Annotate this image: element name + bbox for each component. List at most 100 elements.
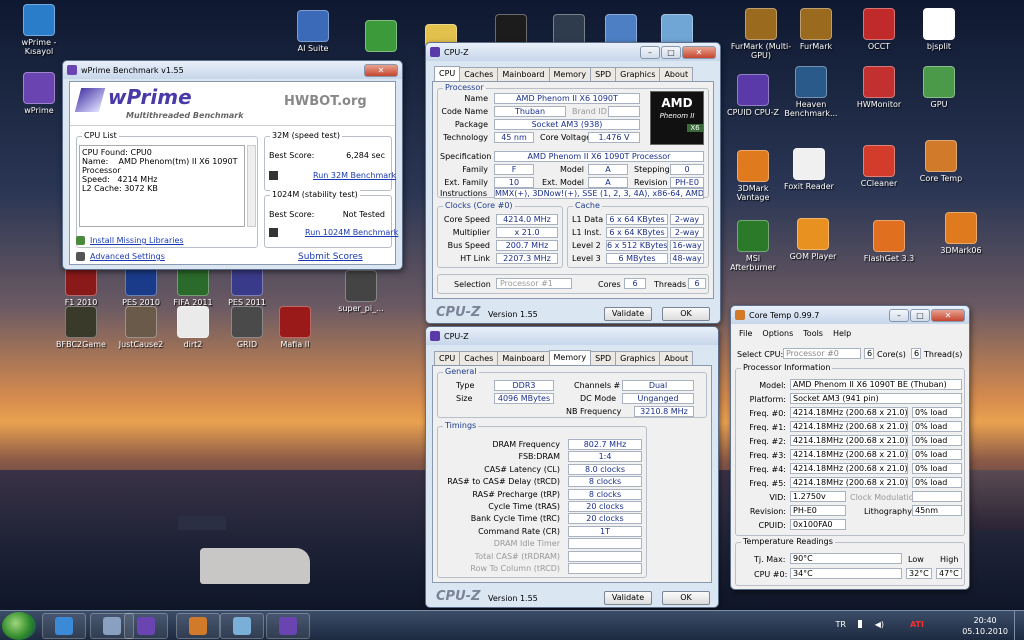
- validate-button[interactable]: Validate: [604, 591, 652, 605]
- tjmax-value: 90°C: [790, 553, 902, 564]
- level2-label: Level 2: [572, 241, 601, 250]
- start-button[interactable]: [2, 612, 36, 640]
- 3dmark-vantage-icon[interactable]: 3DMark Vantage: [722, 150, 784, 202]
- super-pi-icon[interactable]: super_pi_...: [330, 270, 392, 313]
- processor-info-group: Processor Information Model: AMD Phenom …: [735, 363, 965, 536]
- timing-value: [568, 550, 642, 562]
- taskbar-app-button[interactable]: [220, 613, 264, 639]
- taskbar-wprime-button[interactable]: [266, 613, 310, 639]
- minimize-icon[interactable]: –: [889, 308, 909, 322]
- cpuz-memory-title: CPU-Z: [444, 331, 469, 341]
- validate-button[interactable]: Validate: [604, 307, 652, 321]
- tjmax-label: Tj. Max:: [754, 555, 786, 564]
- ok-button[interactable]: OK: [662, 307, 710, 321]
- install-libraries-link[interactable]: Install Missing Libraries: [90, 236, 184, 245]
- wprime-glyph-icon: [23, 72, 55, 104]
- save-icon[interactable]: [269, 228, 278, 237]
- pes-2011-icon[interactable]: PES 2011: [216, 264, 278, 307]
- tab-memory[interactable]: Memory: [548, 350, 592, 366]
- submit-scores-link[interactable]: Submit Scores: [298, 252, 363, 262]
- desktop-icon-label: FlashGet 3.3: [863, 254, 915, 263]
- volume-icon[interactable]: ◀): [875, 620, 884, 629]
- run-1024m-link[interactable]: Run 1024M Benchmark: [305, 228, 398, 237]
- bfbc2game-icon[interactable]: BFBC2Game: [50, 306, 112, 349]
- furmark-multi-gpu-icon[interactable]: FurMark (Multi-GPU): [730, 8, 792, 60]
- desktop-icon-label: MSI Afterburner: [730, 254, 776, 272]
- ccleaner-icon[interactable]: CCleaner: [848, 145, 910, 188]
- core-temp-icon[interactable]: Core Temp: [910, 140, 972, 183]
- ok-button[interactable]: OK: [662, 591, 710, 605]
- load-value: 0% load: [912, 463, 962, 474]
- fifa-2011-icon[interactable]: FIFA 2011: [162, 264, 224, 307]
- close-icon[interactable]: ✕: [931, 308, 965, 322]
- timing-value: [568, 538, 642, 550]
- flashget-icon[interactable]: FlashGet 3.3: [858, 220, 920, 263]
- select-cpu-dropdown[interactable]: Processor #0: [783, 348, 861, 359]
- model-label: Model: [560, 165, 585, 174]
- wprime-titlebar[interactable]: wPrime Benchmark v1.55 ✕: [63, 61, 402, 79]
- hwmonitor-icon[interactable]: HWMonitor: [848, 66, 910, 109]
- timing-label: Row To Column (tRCD): [470, 564, 560, 573]
- timing-label: Bank Cycle Time (tRC): [470, 514, 560, 524]
- gom-player-icon[interactable]: GOM Player: [782, 218, 844, 261]
- core-speed-value: 4214.0 MHz: [496, 214, 558, 225]
- cpu-z-icon[interactable]: CPUID CPU-Z: [722, 74, 784, 117]
- chrome-icon[interactable]: [350, 20, 412, 54]
- timing-label: RAS# Precharge (tRP): [472, 489, 560, 499]
- flag-icon[interactable]: [858, 620, 866, 628]
- mafia-ii-icon[interactable]: Mafia II: [264, 306, 326, 349]
- foxit-reader-icon[interactable]: Foxit Reader: [778, 148, 840, 191]
- bjsplit-icon[interactable]: bjsplit: [908, 8, 970, 51]
- close-icon[interactable]: ✕: [682, 45, 716, 59]
- gpu-icon[interactable]: GPU: [908, 66, 970, 109]
- run-32m-link[interactable]: Run 32M Benchmark: [313, 171, 396, 180]
- flashget-glyph-icon: [873, 220, 905, 252]
- cpuz-memory-titlebar[interactable]: CPU-Z: [426, 327, 718, 345]
- msi-afterburner-icon[interactable]: MSI Afterburner: [722, 220, 784, 272]
- menu-help[interactable]: Help: [833, 329, 851, 338]
- ht-link-label: HT Link: [460, 254, 490, 263]
- menu-file[interactable]: File: [739, 329, 752, 338]
- taskbar-cpu-z-button[interactable]: [124, 613, 168, 639]
- cpuz-titlebar[interactable]: CPU-Z – □ ✕: [426, 43, 720, 61]
- f1-2010-icon[interactable]: F1 2010: [50, 264, 112, 307]
- advanced-settings-link[interactable]: Advanced Settings: [90, 252, 165, 261]
- desktop-icon-label: Core Temp: [919, 174, 963, 183]
- cpuid-value: 0x100FA0: [790, 519, 846, 530]
- close-icon[interactable]: ✕: [364, 63, 398, 77]
- occt-icon[interactable]: OCCT: [848, 8, 910, 51]
- show-desktop-button[interactable]: [1014, 611, 1024, 640]
- cpu-list-box[interactable]: CPU Found: CPU0 Name: AMD Phenom(tm) II X…: [79, 145, 245, 227]
- minimize-icon[interactable]: –: [640, 45, 660, 59]
- mafia-ii-glyph-icon: [279, 306, 311, 338]
- language-indicator[interactable]: TR: [836, 620, 846, 629]
- maximize-icon[interactable]: □: [910, 308, 930, 322]
- freq-label: Freq. #4:: [749, 465, 786, 474]
- desktop-icon-label: Heaven Benchmark...: [784, 100, 838, 118]
- maximize-icon[interactable]: □: [661, 45, 681, 59]
- cpuz-brand-logo: CPU-Z: [436, 305, 481, 320]
- 3dmark06-icon[interactable]: 3DMark06: [930, 212, 992, 255]
- save-icon[interactable]: [269, 171, 278, 180]
- tab-cpu[interactable]: CPU: [434, 66, 461, 82]
- furmark-icon[interactable]: FurMark: [785, 8, 847, 51]
- ai-suite-icon[interactable]: AI Suite: [282, 10, 344, 53]
- wprime-kisayol-icon[interactable]: wPrime - Kısayol: [8, 4, 70, 56]
- menu-options[interactable]: Options: [762, 329, 793, 338]
- wprime-icon[interactable]: wPrime: [8, 72, 70, 115]
- brandid-value: [608, 106, 640, 117]
- dirt2-icon[interactable]: dirt2: [162, 306, 224, 349]
- taskbar-core-temp-button[interactable]: [176, 613, 220, 639]
- bus-speed-label: Bus Speed: [447, 241, 490, 250]
- desktop-icon-label: wPrime: [24, 106, 54, 115]
- coretemp-titlebar[interactable]: Core Temp 0.99.7 – □ ✕: [731, 306, 969, 324]
- desktop-icon-label: GPU: [930, 100, 948, 109]
- heaven-benchmark-icon[interactable]: Heaven Benchmark...: [780, 66, 842, 118]
- ati-icon[interactable]: ATI: [910, 620, 924, 629]
- clock[interactable]: 20:40 05.10.2010: [962, 615, 1008, 637]
- taskbar-ie-button[interactable]: [42, 613, 86, 639]
- menu-tools[interactable]: Tools: [803, 329, 823, 338]
- wallpaper-ship-small: [178, 516, 226, 530]
- cpu-list-scrollbar[interactable]: [247, 145, 256, 227]
- processor-select[interactable]: Processor #1: [496, 278, 572, 289]
